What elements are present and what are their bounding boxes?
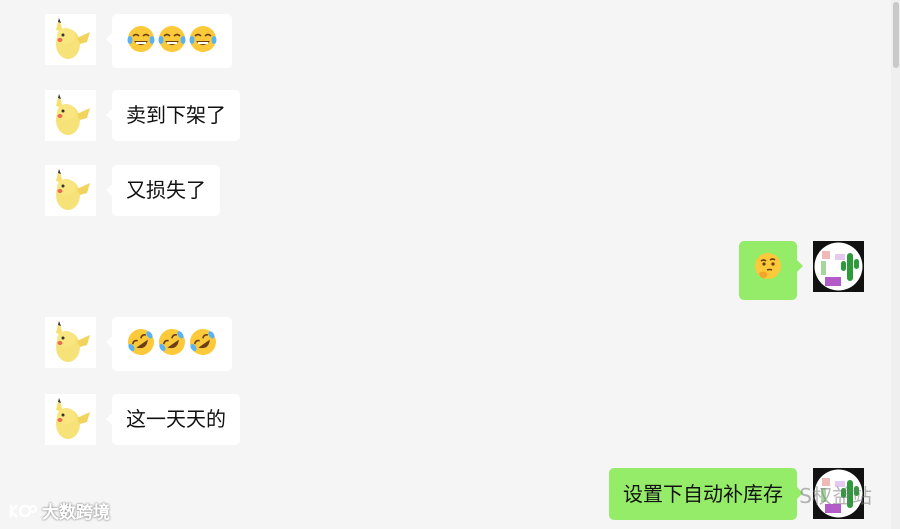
- pikachu-avatar[interactable]: [45, 317, 96, 368]
- message-bubble[interactable]: 卖到下架了: [106, 90, 240, 141]
- rolling-laughing-emoji-icon: [159, 329, 185, 355]
- message-incoming: 又损失了: [45, 165, 220, 216]
- emoji-row: [126, 329, 218, 357]
- pikachu-avatar[interactable]: [45, 14, 96, 65]
- rolling-laughing-emoji-icon: [190, 329, 216, 355]
- scrollbar[interactable]: [891, 0, 900, 529]
- message-incoming: 这一天天的: [45, 394, 240, 445]
- message-bubble[interactable]: [106, 14, 232, 68]
- message-bubble[interactable]: 又损失了: [106, 165, 220, 216]
- watermark-left: 大数跨境: [8, 498, 110, 523]
- thinking-emoji-icon: [755, 253, 781, 279]
- chat-window: 卖到下架了 又损失了 这一天天的 设置下自动补库存: [0, 0, 900, 529]
- watermark-right: S权益站: [799, 484, 872, 508]
- message-bubble[interactable]: [739, 241, 803, 300]
- message-bubble[interactable]: [106, 317, 232, 371]
- brand-logo-icon: [9, 503, 37, 518]
- message-text: 这一天天的: [126, 407, 226, 431]
- watermark-left-text: 大数跨境: [42, 503, 110, 523]
- message-incoming: [45, 14, 232, 68]
- laughing-tears-emoji-icon: [189, 26, 217, 52]
- message-text: 卖到下架了: [126, 103, 226, 127]
- rolling-laughing-emoji-icon: [128, 329, 154, 355]
- pikachu-avatar[interactable]: [45, 90, 96, 141]
- emoji-row: [126, 26, 218, 54]
- pikachu-avatar[interactable]: [45, 394, 96, 445]
- message-bubble[interactable]: 设置下自动补库存: [609, 468, 803, 520]
- message-bubble[interactable]: 这一天天的: [106, 394, 240, 445]
- laughing-tears-emoji-icon: [158, 26, 186, 52]
- cactus-avatar[interactable]: [813, 241, 864, 292]
- pikachu-avatar[interactable]: [45, 165, 96, 216]
- message-text: 又损失了: [126, 178, 206, 202]
- message-incoming: [45, 317, 232, 371]
- message-text: 设置下自动补库存: [623, 482, 783, 506]
- laughing-tears-emoji-icon: [127, 26, 155, 52]
- message-incoming: 卖到下架了: [45, 90, 240, 141]
- scrollbar-thumb[interactable]: [893, 2, 899, 68]
- message-outgoing: [739, 241, 864, 300]
